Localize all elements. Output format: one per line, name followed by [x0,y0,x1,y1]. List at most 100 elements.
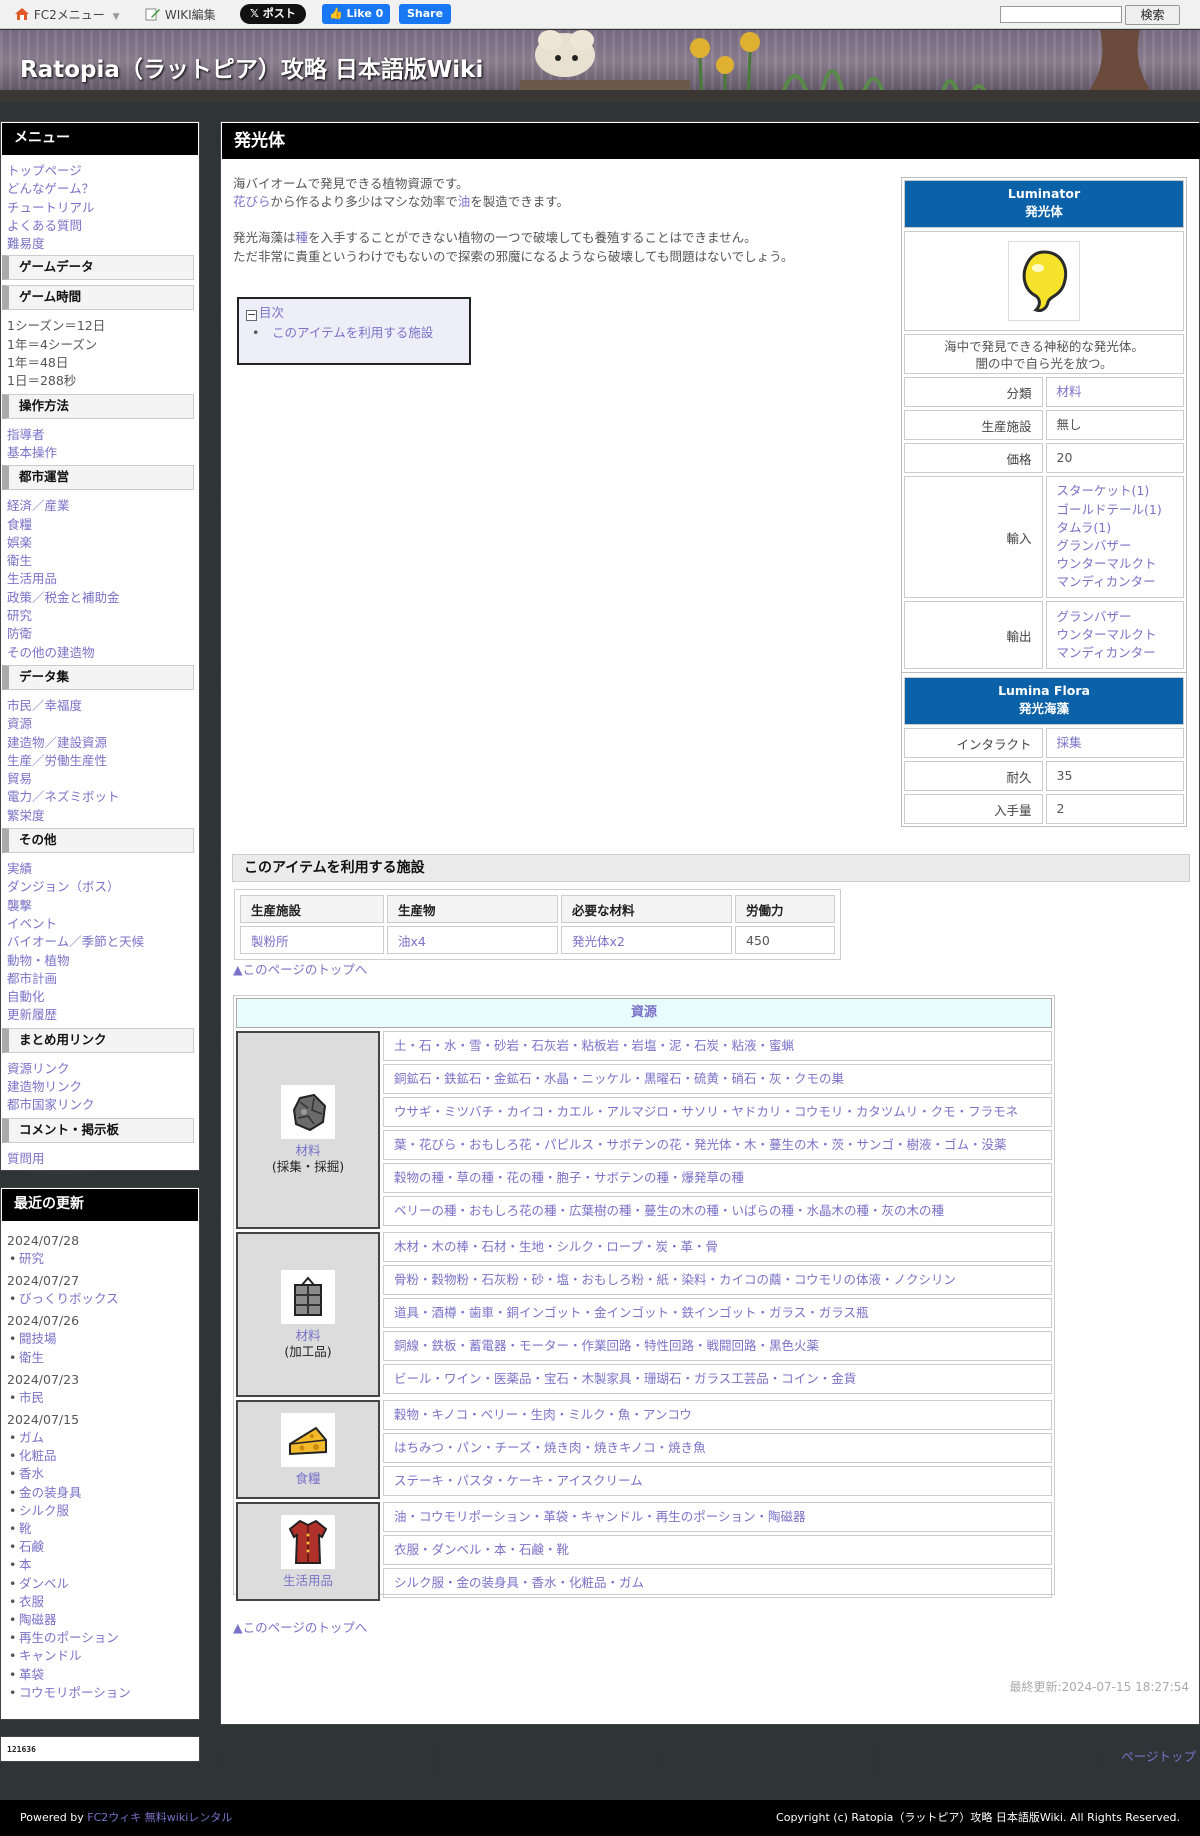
resource-row[interactable]: 葉・花びら・おもしろ花・パピルス・サボテンの花・発光体・木・蔓生の木・茨・サンゴ… [383,1130,1052,1160]
seed-link[interactable]: 種 [296,230,309,245]
site-title[interactable]: Ratopia（ラットピア）攻略 日本語版Wiki [20,50,483,84]
recent-item[interactable]: 市民 [7,1389,193,1407]
export-link[interactable]: ウンターマルクト [1057,626,1184,644]
resource-row[interactable]: 銅鉱石・鉄鉱石・金鉱石・水晶・ニッケル・黒曜石・硫黄・硝石・灰・クモの巣 [383,1064,1052,1094]
recent-item[interactable]: ガム [7,1429,193,1447]
recent-item[interactable]: 革袋 [7,1666,193,1684]
sidebar-item-automation[interactable]: 自動化 [7,988,193,1006]
sidebar-item-biome[interactable]: バイオーム／季節と天候 [7,933,193,951]
sidebar-item-leader[interactable]: 指導者 [7,426,193,444]
oil-link[interactable]: 油 [458,194,471,209]
recent-item[interactable]: 衛生 [7,1349,193,1367]
export-link[interactable]: マンディカンター [1057,644,1184,662]
fc2wiki-link[interactable]: FC2ウィキ 無料wikiレンタル [87,1811,232,1824]
sidebar-item-achievements[interactable]: 実績 [7,860,193,878]
recent-item[interactable]: 研究 [7,1250,193,1268]
export-link[interactable]: グランバザー [1057,608,1184,626]
recent-item[interactable]: 化粧品 [7,1447,193,1465]
sidebar-item-goods[interactable]: 生活用品 [7,570,193,588]
sidebar-item-building-links[interactable]: 建造物リンク [7,1078,193,1096]
recent-item[interactable]: キャンドル [7,1647,193,1665]
resource-row[interactable]: ベリーの種・おもしろ花の種・広葉樹の種・蔓生の木の種・いばらの種・水晶木の種・灰… [383,1196,1052,1226]
import-link[interactable]: ゴールドテール(1) [1057,501,1184,519]
sidebar-item-trade[interactable]: 貿易 [7,770,193,788]
sidebar-item-city-plan[interactable]: 都市計画 [7,970,193,988]
search-input[interactable] [1000,6,1122,23]
back-to-top-link[interactable]: ▲このページのトップへ [233,959,367,978]
facility-link[interactable]: 製粉所 [251,934,289,949]
resource-row[interactable]: 銅線・鉄板・蓄電器・モーター・作業回路・特性回路・戦闘回路・黒色火薬 [383,1331,1052,1361]
sidebar-item-power[interactable]: 電力／ネズミボット [7,788,193,806]
resource-row[interactable]: 土・石・水・雪・砂岩・石灰岩・粘板岩・岩塩・泥・石炭・粘液・蜜蝋 [383,1031,1052,1061]
facebook-share-button[interactable]: Share [399,4,452,24]
toc-item[interactable]: このアイテムを利用する施設 [246,325,462,341]
resource-row[interactable]: はちみつ・パン・チーズ・焼き肉・焼きキノコ・焼き魚 [383,1433,1052,1463]
resource-row[interactable]: 油・コウモリポーション・革袋・キャンドル・再生のポーション・陶磁器 [383,1502,1052,1532]
x-post-button[interactable]: 𝕏 ポスト [240,4,306,24]
sidebar-item-research[interactable]: 研究 [7,607,193,625]
recent-item[interactable]: 本 [7,1556,193,1574]
sidebar-item-food[interactable]: 食糧 [7,516,193,534]
resource-row[interactable]: ビール・ワイン・医薬品・宝石・木製家具・珊瑚石・ガラス工芸品・コイン・金貨 [383,1364,1052,1394]
sidebar-item-citizens[interactable]: 市民／幸福度 [7,697,193,715]
sidebar-item-defense[interactable]: 防衛 [7,625,193,643]
recent-item[interactable]: 衣服 [7,1593,193,1611]
recent-item[interactable]: シルク服 [7,1502,193,1520]
sidebar-item-about[interactable]: どんなゲーム？ [7,180,193,198]
sidebar-item-questions[interactable]: 質問用 [7,1150,193,1168]
resource-row[interactable]: 木材・木の棒・石材・生地・シルク・ロープ・炭・革・骨 [383,1232,1052,1262]
recent-item[interactable]: 金の装身具 [7,1484,193,1502]
import-link[interactable]: ウンターマルクト [1057,555,1184,573]
import-link[interactable]: グランバザー [1057,537,1184,555]
sidebar-item-economy[interactable]: 経済／産業 [7,497,193,515]
resource-row[interactable]: 道具・酒樽・歯車・銅インゴット・金インゴット・鉄インゴット・ガラス・ガラス瓶 [383,1298,1052,1328]
import-link[interactable]: タムラ(1) [1057,519,1184,537]
recent-item[interactable]: 靴 [7,1520,193,1538]
wiki-edit-link[interactable]: WIKI編集 [145,6,216,23]
product-link[interactable]: 油x4 [398,934,426,949]
recent-item[interactable]: ダンベル [7,1575,193,1593]
resource-row[interactable]: ステーキ・パスタ・ケーキ・アイスクリーム [383,1466,1052,1496]
recent-item[interactable]: びっくりボックス [7,1290,193,1308]
sidebar-item-resources[interactable]: 資源 [7,715,193,733]
sidebar-item-basic-controls[interactable]: 基本操作 [7,444,193,462]
sidebar-item-entertainment[interactable]: 娯楽 [7,534,193,552]
sidebar-item-prosperity[interactable]: 繁栄度 [7,807,193,825]
sidebar-item-top[interactable]: トップページ [7,162,193,180]
recent-item[interactable]: 再生のポーション [7,1629,193,1647]
interact-link[interactable]: 採集 [1057,734,1184,752]
sidebar-item-changelog[interactable]: 更新履歴 [7,1006,193,1024]
sidebar-item-difficulty[interactable]: 難易度 [7,235,193,253]
recent-item[interactable]: 陶磁器 [7,1611,193,1629]
recent-item[interactable]: 闘技場 [7,1330,193,1348]
resource-row[interactable]: シルク服・金の装身具・香水・化粧品・ガム [383,1568,1052,1598]
resource-row[interactable]: 穀物・キノコ・ベリー・生肉・ミルク・魚・アンコウ [383,1400,1052,1430]
recent-item[interactable]: 石鹸 [7,1538,193,1556]
resource-row[interactable]: 穀物の種・草の種・花の種・胞子・サボテンの種・爆発草の種 [383,1163,1052,1193]
recent-item[interactable]: コウモリポーション [7,1684,193,1702]
sidebar-item-tutorial[interactable]: チュートリアル [7,199,193,217]
sidebar-item-buildings[interactable]: 建造物／建設資源 [7,734,193,752]
sidebar-item-other-buildings[interactable]: その他の建造物 [7,644,193,662]
back-to-top-link[interactable]: ▲このページのトップへ [233,1617,367,1636]
sidebar-item-animals[interactable]: 動物・植物 [7,952,193,970]
sidebar-item-resource-links[interactable]: 資源リンク [7,1060,193,1078]
sidebar-item-policy[interactable]: 政策／税金と補助金 [7,589,193,607]
sidebar-item-events[interactable]: イベント [7,915,193,933]
petal-link[interactable]: 花びら [233,194,271,209]
recent-item[interactable]: 香水 [7,1465,193,1483]
sidebar-item-citystate-links[interactable]: 都市国家リンク [7,1096,193,1114]
facebook-like-button[interactable]: 👍 Like 0 [322,4,391,24]
sidebar-item-faq[interactable]: よくある質問 [7,217,193,235]
fc2-menu-button[interactable]: FC2メニュー ▼ [14,6,120,23]
sidebar-item-raid[interactable]: 襲撃 [7,897,193,915]
sidebar-item-dungeon[interactable]: ダンジョン（ボス） [7,878,193,896]
search-button[interactable]: 検索 [1125,5,1180,25]
resource-row[interactable]: 骨粉・穀物粉・石灰粉・砂・塩・おもしろ粉・紙・染料・カイコの繭・コウモリの体液・… [383,1265,1052,1295]
category-link[interactable]: 材料 [1057,383,1184,401]
page-top-link[interactable]: ページトップ [1121,1746,1196,1765]
import-link[interactable]: マンディカンター [1057,573,1184,591]
sidebar-item-production[interactable]: 生産／労働生産性 [7,752,193,770]
toc-toggle[interactable]: − 目次 [246,305,462,321]
resource-row[interactable]: ウサギ・ミツバチ・カイコ・カエル・アルマジロ・サソリ・ヤドカリ・コウモリ・カタツ… [383,1097,1052,1127]
